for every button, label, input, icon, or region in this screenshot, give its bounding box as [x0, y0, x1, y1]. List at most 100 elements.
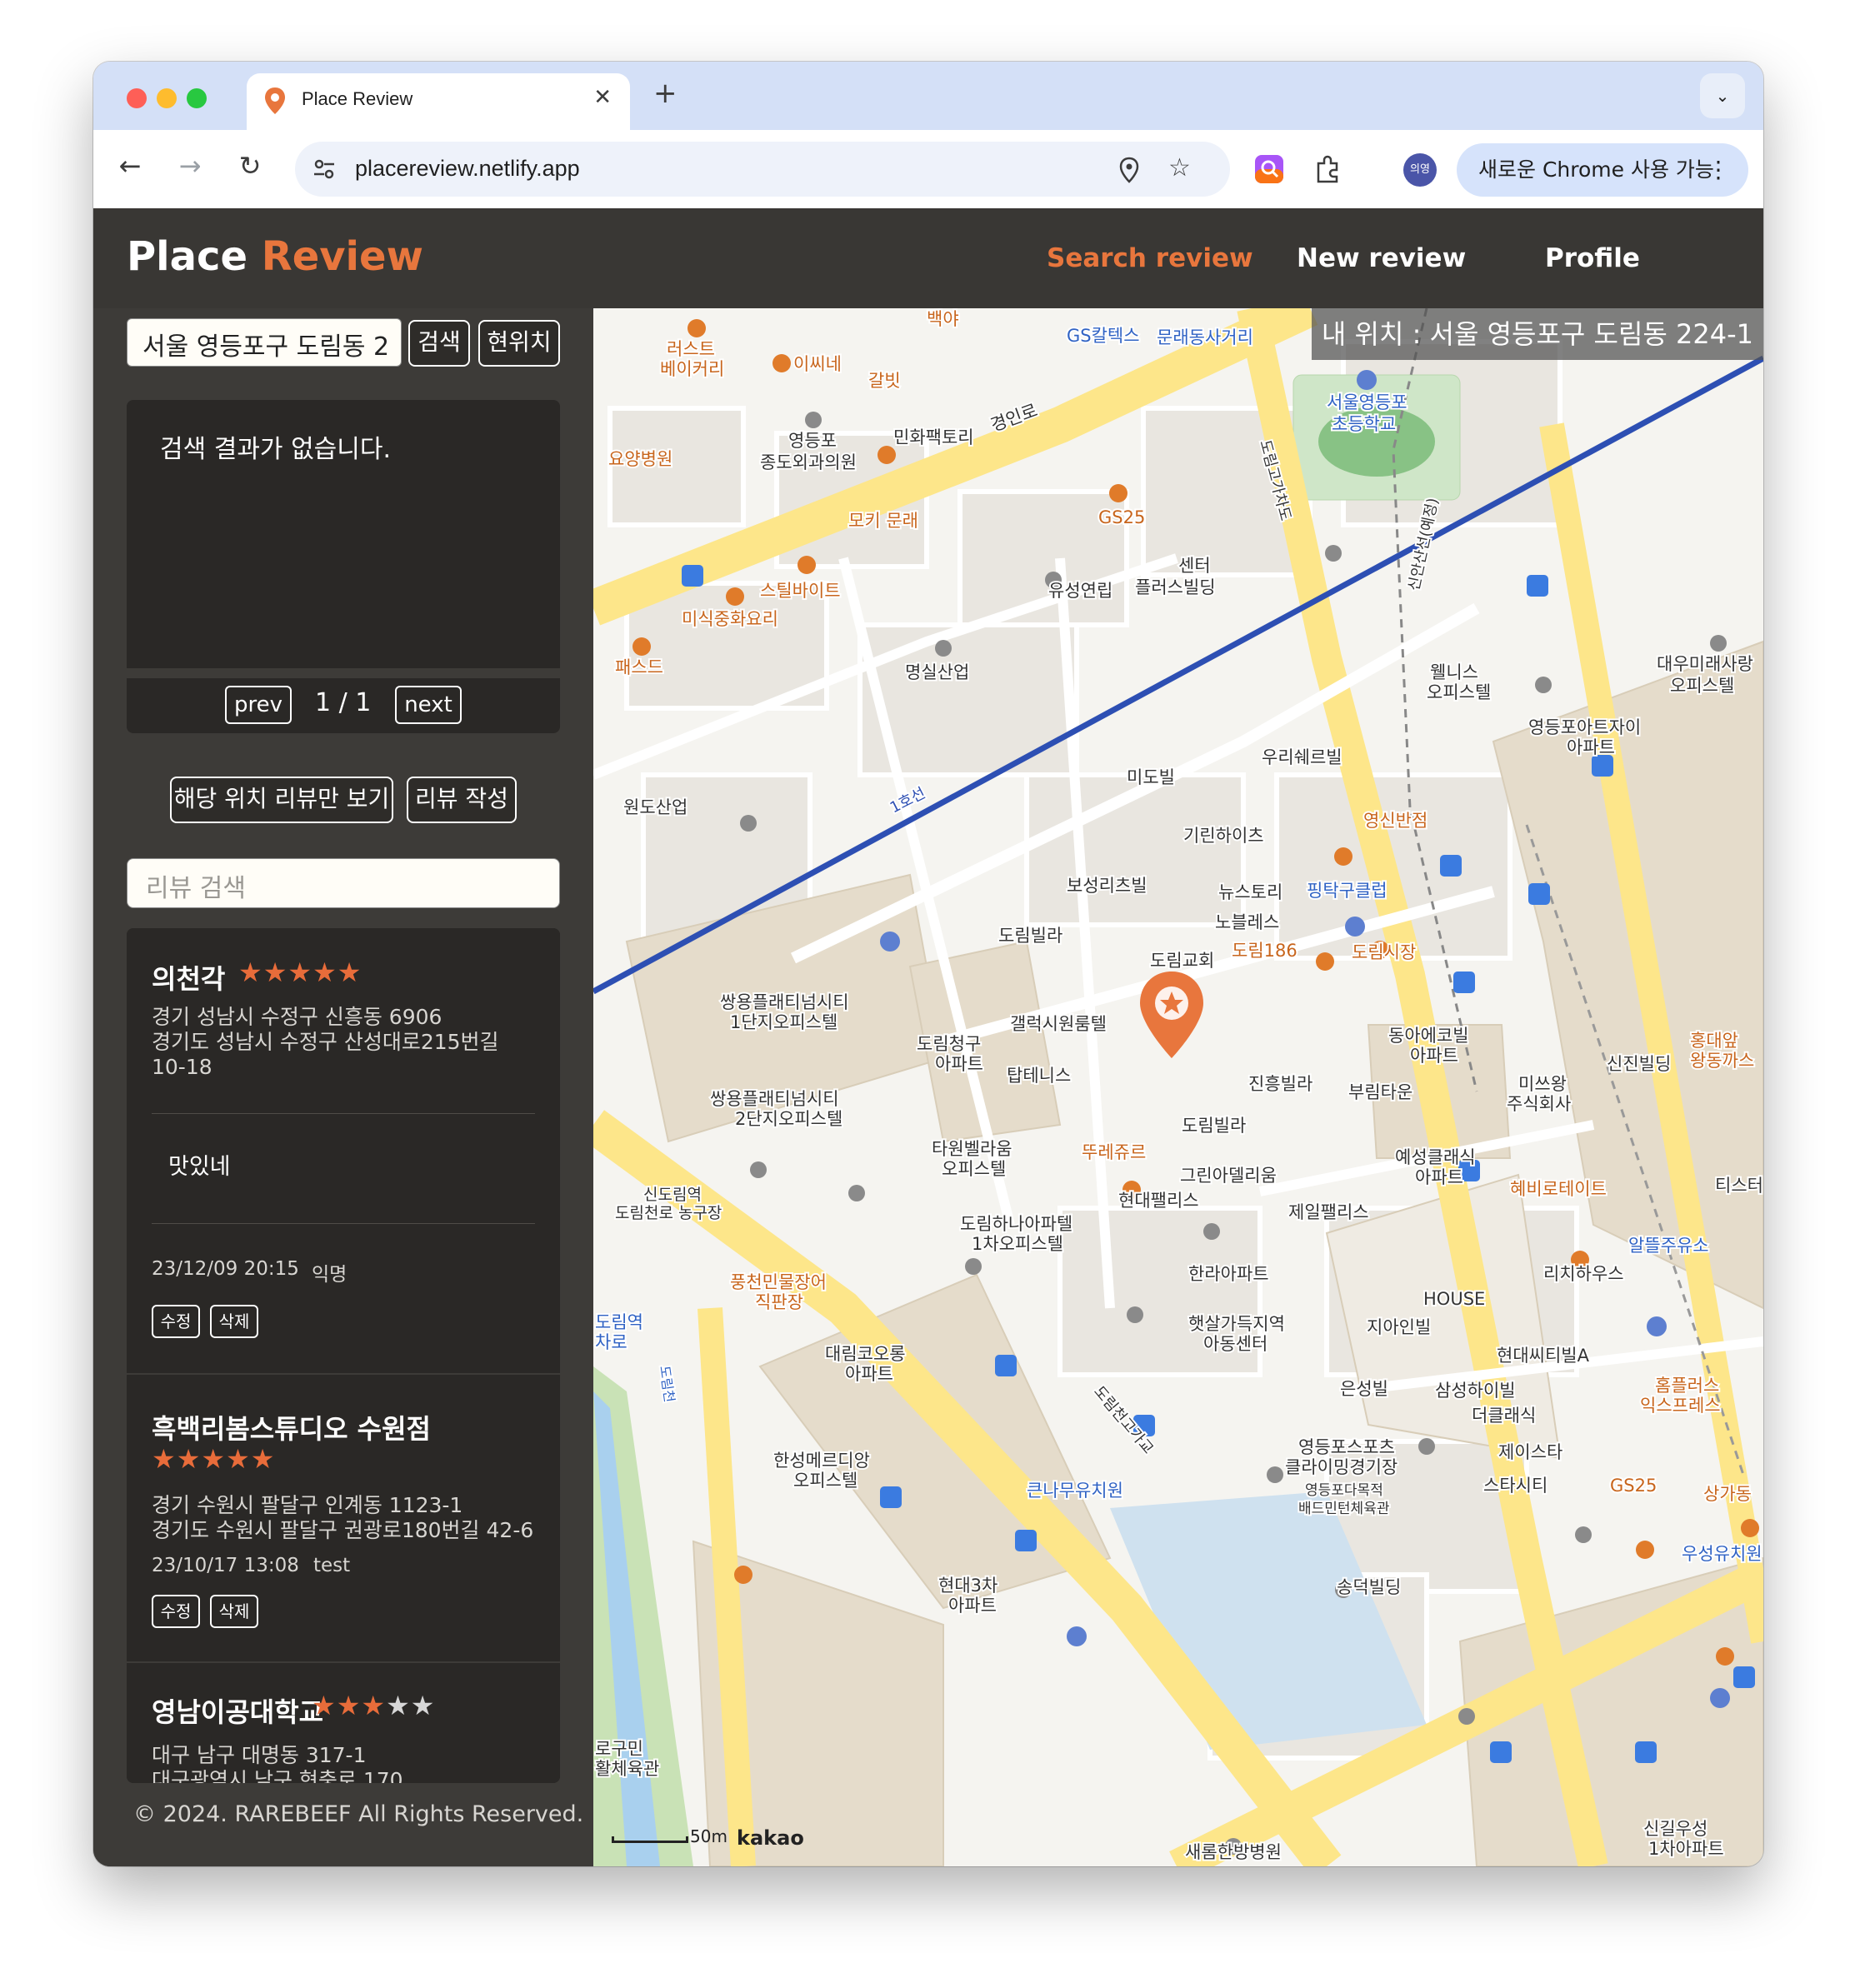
filter-location-reviews-button[interactable]: 해당 위치 리뷰만 보기 — [170, 777, 393, 823]
map-label: 2단지오피스텔 — [735, 1109, 842, 1129]
map-label: 신진빌딩 — [1607, 1054, 1671, 1074]
review-address-jibun: 대구 남구 대명동 317-1 — [152, 1743, 367, 1767]
star-empty-icon: ★★ — [386, 1690, 436, 1721]
delete-review-button[interactable]: 삭제 — [210, 1595, 258, 1628]
map-view[interactable]: 러스트 베이커리 이씨네 갈빗 백야 GS칼텍스 문래동사거리 서울영등포 초등… — [593, 308, 1763, 1866]
map-label: 현대팰리스 — [1118, 1191, 1199, 1211]
map-label: 요양병원 — [608, 449, 672, 469]
address-bar[interactable]: placereview.netlify.app ☆ — [295, 142, 1230, 197]
map-label: 러스트 — [667, 339, 715, 359]
map-label: 원도산업 — [623, 797, 688, 817]
review-card[interactable]: 영남이공대학교 ★★★★★ 대구 남구 대명동 317-1 대구광역시 남구 현… — [127, 1663, 560, 1783]
minimize-window-button[interactable] — [157, 88, 177, 108]
map-label: 아파트 — [948, 1596, 997, 1616]
chrome-update-button[interactable]: 새로운 Chrome 사용 가능 ⋮ — [1457, 143, 1748, 197]
site-info-icon[interactable] — [312, 157, 337, 182]
edit-review-button[interactable]: 수정 — [152, 1305, 200, 1338]
map-label: 탑테니스 — [1007, 1066, 1071, 1086]
next-page-button[interactable]: next — [395, 686, 462, 724]
browser-tab-active[interactable]: Place Review ✕ — [247, 73, 630, 130]
location-icon[interactable] — [1118, 157, 1140, 183]
map-label: 아파트 — [1410, 1046, 1458, 1066]
map-canvas[interactable]: 러스트 베이커리 이씨네 갈빗 백야 GS칼텍스 문래동사거리 서울영등포 초등… — [593, 308, 1763, 1866]
search-button[interactable]: 검색 — [408, 320, 470, 367]
map-label: 노블레스 — [1215, 912, 1279, 932]
tab-title: Place Review — [302, 88, 413, 109]
map-label: 부림타운 — [1348, 1082, 1412, 1102]
new-tab-button[interactable]: + — [653, 77, 678, 110]
star-icon: ★★★ — [312, 1690, 387, 1721]
map-label: 대림코오롱 — [825, 1344, 906, 1364]
review-card[interactable]: 의천각 ★★★★★ 경기 성남시 수정구 신흥동 6906 경기도 성남시 수정… — [127, 928, 560, 1375]
map-label: 한라아파트 — [1188, 1264, 1269, 1284]
review-list[interactable]: 의천각 ★★★★★ 경기 성남시 수정구 신흥동 6906 경기도 성남시 수정… — [127, 928, 560, 1783]
map-label: 유성연립 — [1048, 581, 1112, 601]
close-window-button[interactable] — [127, 88, 147, 108]
forward-arrow-icon[interactable]: → — [173, 150, 207, 182]
rating-stars: ★★★★★ — [152, 1443, 275, 1475]
reload-icon[interactable]: ↻ — [233, 150, 267, 182]
divider — [152, 1113, 535, 1114]
map-label: 미식중화요리 — [682, 609, 778, 629]
edit-review-button[interactable]: 수정 — [152, 1595, 200, 1628]
review-date: 23/10/17 13:08 — [152, 1555, 299, 1576]
place-search-input[interactable]: 서울 영등포구 도림동 2 — [127, 318, 402, 367]
tab-close-icon[interactable]: ✕ — [593, 85, 612, 110]
review-address-jibun: 경기 성남시 수정구 신흥동 6906 — [152, 1005, 442, 1029]
map-label: 기린하이츠 — [1183, 826, 1264, 846]
map-label: HOUSE — [1423, 1289, 1485, 1309]
bookmark-star-icon[interactable]: ☆ — [1168, 153, 1191, 182]
review-address-road: 대구광역시 남구 현충로 170 — [152, 1768, 403, 1783]
review-author: 익명 — [312, 1264, 348, 1286]
profile-avatar[interactable]: 의영 — [1403, 153, 1437, 187]
page-indicator: 1 / 1 — [315, 688, 372, 717]
map-label: 아파트 — [935, 1054, 983, 1074]
map-label: 도림천 — [657, 1365, 678, 1403]
review-search-input[interactable]: 리뷰 검색 — [127, 858, 560, 908]
map-label: 미쓰왕 — [1518, 1074, 1567, 1094]
map-label: 주식회사 — [1507, 1094, 1571, 1114]
map-label: 1차오피스텔 — [972, 1234, 1063, 1254]
kakao-logo: kakao — [737, 1826, 804, 1850]
tab-strip: Place Review ✕ + ⌄ — [93, 62, 1763, 130]
map-label: 패스드 — [615, 657, 663, 677]
current-location-button[interactable]: 현위치 — [478, 320, 560, 367]
map-label: 타원벨라움 — [932, 1139, 1012, 1159]
map-label: 클라이밍경기장 — [1285, 1457, 1398, 1477]
current-location-marker-icon[interactable] — [1140, 972, 1203, 1058]
nav-search-review[interactable]: Search review — [1047, 243, 1253, 273]
kebab-menu-icon[interactable]: ⋮ — [1707, 143, 1730, 197]
map-label: 상가동 — [1703, 1484, 1752, 1504]
map-label: 아파트 — [845, 1364, 893, 1384]
nav-new-review[interactable]: New review — [1297, 243, 1466, 273]
review-address-jibun: 경기 수원시 팔달구 인계동 1123-1 — [152, 1493, 463, 1517]
tab-search-chevron-icon[interactable]: ⌄ — [1700, 73, 1745, 118]
map-label: 큰나무유치원 — [1027, 1481, 1123, 1501]
update-label: 새로운 Chrome 사용 가능 — [1478, 157, 1714, 182]
extensions-puzzle-icon[interactable] — [1312, 153, 1343, 185]
review-title: 흑백리봄스튜디오 수원점 — [152, 1413, 431, 1445]
map-label: 활체육관 — [595, 1759, 659, 1779]
review-address-road: 경기도 성남시 수정구 산성대로215번길 10-18 — [152, 1030, 499, 1079]
map-label: 송덕빌딩 — [1337, 1577, 1401, 1597]
map-label: 그린아델리움 — [1180, 1166, 1277, 1186]
map-label: 1차아파트 — [1648, 1839, 1724, 1859]
map-label: 백야 — [927, 309, 959, 329]
map-label: 더클래식 — [1472, 1406, 1536, 1426]
back-arrow-icon[interactable]: ← — [113, 150, 147, 182]
map-label: 익스프레스 — [1640, 1396, 1721, 1416]
prev-page-button[interactable]: prev — [225, 686, 292, 724]
url-text: placereview.netlify.app — [355, 156, 580, 181]
write-review-button[interactable]: 리뷰 작성 — [407, 777, 517, 823]
map-scale-bar — [612, 1836, 688, 1843]
maximize-window-button[interactable] — [187, 88, 207, 108]
nav-profile[interactable]: Profile — [1545, 243, 1640, 273]
review-author: test — [313, 1555, 351, 1576]
app-logo[interactable]: Place Review — [127, 233, 423, 280]
map-label: 배드민턴체육관 — [1298, 1501, 1389, 1517]
lens-extension-icon[interactable] — [1253, 153, 1285, 185]
review-card[interactable]: 흑백리봄스튜디오 수원점 ★★★★★ 경기 수원시 팔달구 인계동 1123-1… — [127, 1375, 560, 1663]
review-content: 맛있네 — [168, 1154, 231, 1180]
delete-review-button[interactable]: 삭제 — [210, 1305, 258, 1338]
map-label: 도림186 — [1232, 941, 1298, 961]
